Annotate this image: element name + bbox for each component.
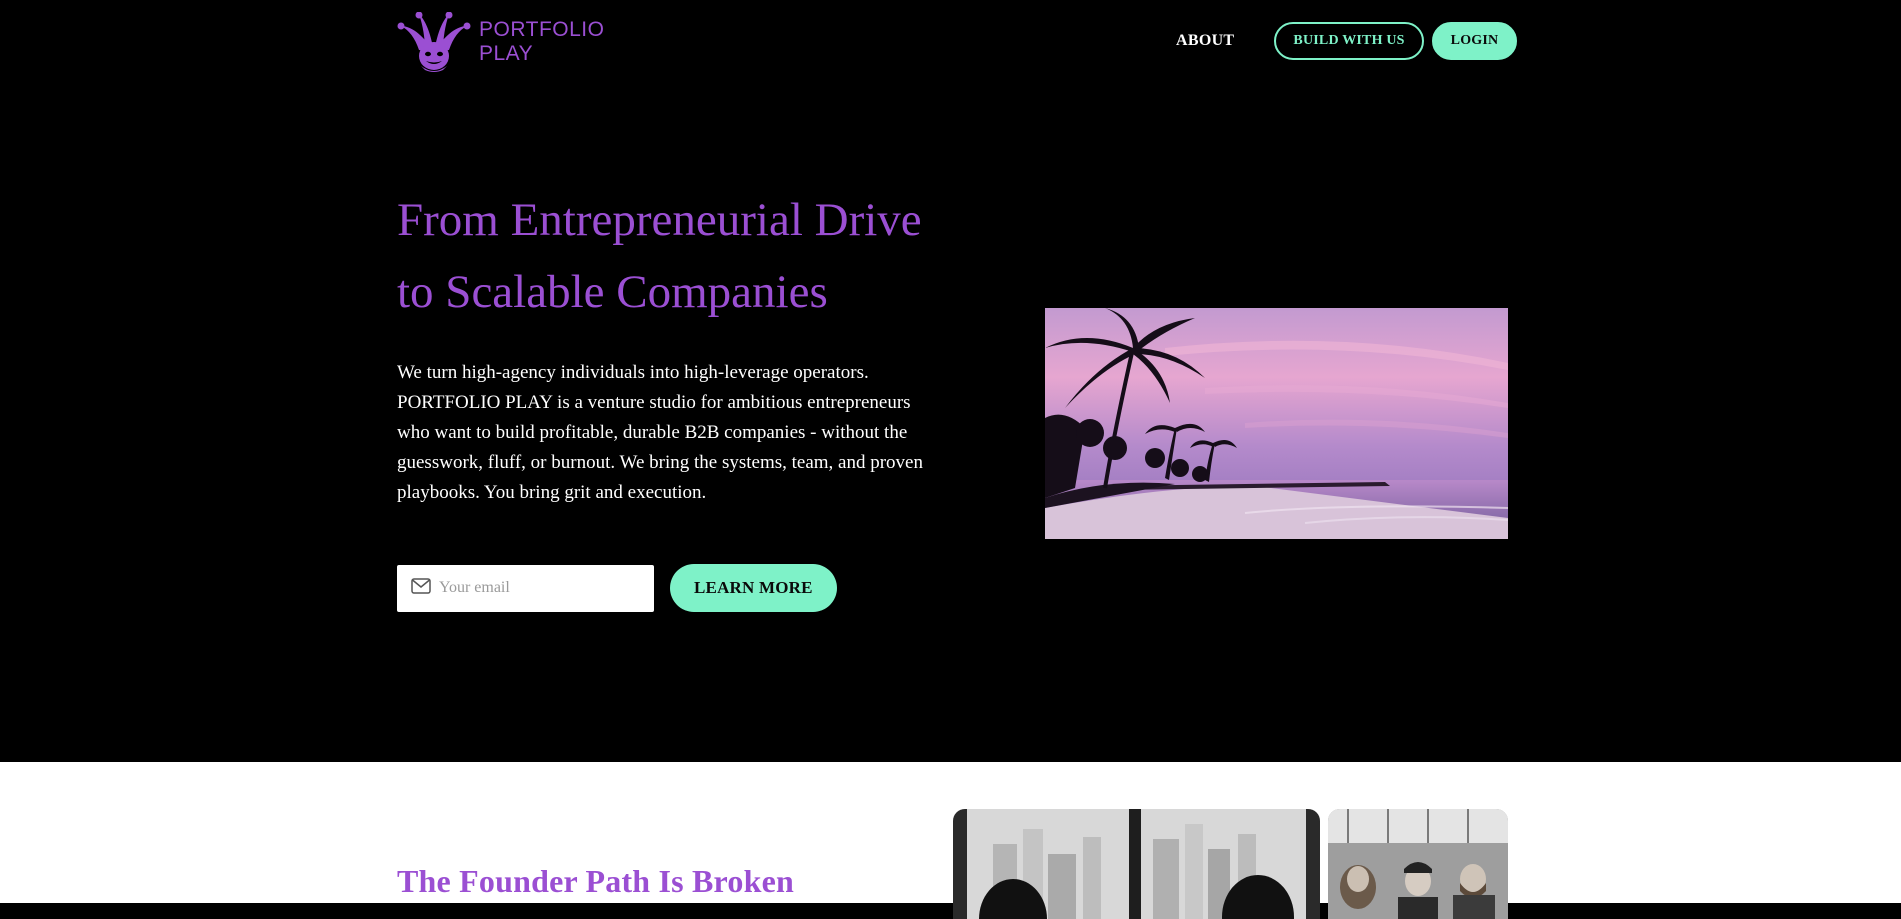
- section-title: The Founder Path Is Broken: [397, 863, 794, 899]
- email-signup-form: LEARN MORE: [397, 564, 837, 612]
- hero-title: From Entrepreneurial Drive to Scalable C…: [397, 194, 922, 318]
- brand-wordmark: PORTFOLIO PLAY: [479, 18, 604, 66]
- login-button[interactable]: LOGIN: [1431, 22, 1518, 60]
- nav-about-link[interactable]: ABOUT: [1176, 32, 1234, 50]
- brand-name-line2: PLAY: [479, 42, 534, 65]
- jester-hat-icon: [397, 12, 471, 72]
- founder-section: The Founder Path Is Broken: [0, 762, 1901, 919]
- top-nav: ABOUT BUILD WITH US LOGIN: [1176, 22, 1518, 60]
- build-with-us-button[interactable]: BUILD WITH US: [1274, 22, 1424, 60]
- email-input[interactable]: [439, 579, 639, 597]
- email-field[interactable]: [397, 564, 654, 612]
- mail-icon: [411, 577, 431, 599]
- brand-name-line1: PORTFOLIO: [479, 18, 605, 41]
- brand-logo[interactable]: PORTFOLIO PLAY: [397, 12, 604, 72]
- learn-more-button[interactable]: LEARN MORE: [670, 564, 837, 612]
- hero-section: PORTFOLIO PLAY ABOUT BUILD WITH US LOGIN…: [0, 0, 1901, 762]
- hero-beach-image: [1045, 308, 1508, 539]
- hero-description: We turn high-agency individuals into hig…: [397, 362, 923, 503]
